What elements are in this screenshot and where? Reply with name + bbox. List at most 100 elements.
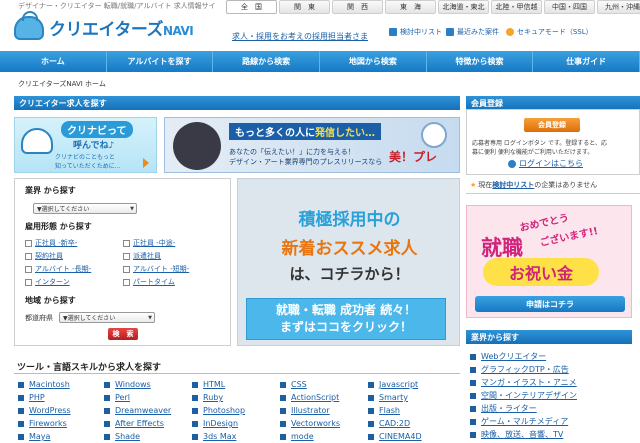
divider [14, 373, 460, 374]
tool-link[interactable]: Vectorworks [280, 419, 340, 428]
industry-link[interactable]: グラフィックDTP・広告 [470, 364, 569, 375]
region-tab-all[interactable]: 全 国 [226, 0, 277, 14]
nav-part-time[interactable]: アルバイトを探す [107, 51, 214, 72]
watchlist-status: ★ 現在 検討中リスト の企業はありません [470, 181, 598, 189]
region-tab-kanto[interactable]: 関 東 [279, 0, 330, 14]
region-tab-chugoku-shikoku[interactable]: 中国・四国 [544, 0, 595, 14]
tool-link[interactable]: CAD:2D [368, 419, 410, 428]
nav-map-search[interactable]: 地図から検索 [320, 51, 427, 72]
tool-link[interactable]: Windows [104, 380, 151, 389]
industry-label: 業界 から探す [25, 186, 76, 195]
industry-link[interactable]: Webクリエイター [470, 351, 546, 362]
member-description: 応募者専用 ログインボタン です。登録すると、応 [472, 140, 607, 147]
search-button[interactable]: 検 索 [108, 328, 138, 340]
tool-link[interactable]: ActionScript [280, 393, 339, 402]
watchlist-link[interactable]: 検討中リスト [389, 27, 442, 37]
region-tab-kyushu[interactable]: 九州・沖縄 [597, 0, 640, 14]
area-label: 地域 から探す [25, 296, 76, 305]
tool-link[interactable]: PHP [18, 393, 45, 402]
region-tabs: 全 国 関 東 関 西 東 海 北海道・東北 北陸・甲信越 中国・四国 九州・沖… [226, 0, 640, 14]
list-icon [389, 28, 397, 36]
bird-icon [421, 122, 447, 148]
register-button[interactable]: 会員登録 [524, 118, 580, 132]
success-stories-button[interactable]: 就職・転職 成功者 続々！ まずはココをクリック！ [246, 298, 446, 340]
tool-link[interactable]: CINEMA4D [368, 432, 422, 441]
member-description: 募に便利 便利な機能がご利用いただけます。 [472, 149, 594, 156]
nav-job-guide[interactable]: 仕事ガイド [533, 51, 640, 72]
checkbox-fulltime-mid[interactable]: 正社員 -中途- [123, 238, 175, 248]
tool-link[interactable]: After Effects [104, 419, 164, 428]
checkbox-parttime-long[interactable]: アルバイト -長期- [25, 264, 91, 274]
nav-route-search[interactable]: 路線から検索 [213, 51, 321, 72]
promo-line-2: 新着おススメ求人 [281, 239, 418, 259]
secure-mode-link[interactable]: セキュアモード（SSL） [506, 27, 593, 37]
tool-link[interactable]: Fireworks [18, 419, 67, 428]
tool-link[interactable]: HTML [192, 380, 225, 389]
tool-link[interactable]: InDesign [192, 419, 238, 428]
main-nav: ホーム アルバイトを探す 路線から検索 地図から検索 特徴から検索 仕事ガイド [0, 51, 640, 72]
tool-link[interactable]: 3ds Max [192, 432, 236, 441]
tool-link[interactable]: Illustrator [280, 406, 330, 415]
recent-link[interactable]: 最近みた案件 [446, 27, 499, 37]
divider [466, 193, 640, 194]
login-link[interactable]: ログインはこちら [508, 158, 583, 169]
tools-section-title: ツール・言語スキルから求人を探す [17, 363, 162, 373]
tool-link[interactable]: Shade [104, 432, 140, 441]
press-release-banner[interactable]: もっと多くの人に発信したい… あなたの「伝えたい！」に力を与える！ デザイン・ア… [164, 117, 460, 173]
arrow-circle-icon [508, 159, 516, 168]
prefecture-label: 都道府県 [25, 314, 53, 322]
industry-link[interactable]: 出版・ライター [470, 403, 537, 414]
prefecture-select[interactable]: ▼選択してください [59, 312, 155, 323]
employment-label: 雇用形態 から探す [25, 222, 92, 231]
industry-link[interactable]: マンガ・イラスト・アニメ [470, 377, 577, 388]
apply-button[interactable]: 申請はコチラ [475, 296, 625, 312]
recruiter-link[interactable]: 求人・採用をお考えの採用担当者さま [232, 31, 368, 42]
tool-link[interactable]: Perl [104, 393, 130, 402]
kurinavi-banner[interactable]: クリナビって 呼んでね♪ クリナビのこともっと 知っていただくために… [14, 117, 157, 173]
banner2-body: デザイン・アート業界専門のプレスリリースなら [229, 158, 383, 166]
checkbox-parttime-short[interactable]: アルバイト -短期- [123, 264, 189, 274]
industry-link[interactable]: 空間・インテリアデザイン [470, 390, 577, 401]
industry-link[interactable]: 映像、放送、音響、TV [470, 429, 563, 440]
tool-link[interactable]: Ruby [192, 393, 223, 402]
nav-feature-search[interactable]: 特徴から検索 [427, 51, 534, 72]
tool-link[interactable]: CSS [280, 380, 307, 389]
history-icon [446, 28, 454, 36]
tool-link[interactable]: Macintosh [18, 380, 70, 389]
tool-link[interactable]: Javascript [368, 380, 418, 389]
region-tab-tokai[interactable]: 東 海 [385, 0, 436, 14]
checkbox-fulltime-new[interactable]: 正社員 -新卒- [25, 238, 77, 248]
region-tab-hokkaido-tohoku[interactable]: 北海道・東北 [438, 0, 489, 14]
logo-text: クリエイターズNAVI [49, 20, 194, 40]
industry-select[interactable]: ▼選択してください [33, 203, 137, 214]
promo-line-3: は、コチラから！ [289, 265, 410, 283]
tool-link[interactable]: Maya [18, 432, 50, 441]
section-title-member: 会員登録 [466, 96, 640, 110]
job-search-form: 業界 から探す ▼選択してください 雇用形態 から探す 正社員 -新卒- 正社員… [14, 178, 231, 346]
breadcrumb: クリエイターズNAVI ホーム [18, 80, 106, 88]
section-title-industry: 業界から探す [466, 330, 632, 344]
tool-link[interactable]: Photoshop [192, 406, 245, 415]
arrow-right-icon [143, 158, 149, 168]
checkbox-intern[interactable]: インターン [25, 277, 70, 287]
celebration-bonus-banner[interactable]: おめでとう ございます!! 就職 お祝い金 申請はコチラ [466, 205, 632, 318]
site-logo[interactable]: クリエイターズNAVI [14, 10, 194, 40]
banner-text: 呼んでね♪ [73, 141, 115, 151]
person-photo [173, 122, 221, 170]
checkbox-dispatch[interactable]: 派遣社員 [123, 251, 161, 261]
checkbox-part-time[interactable]: パートタイム [123, 277, 175, 287]
bipre-logo: 美！プレ [389, 150, 438, 164]
region-tab-hokuriku[interactable]: 北陸・甲信越 [491, 0, 542, 14]
tool-link[interactable]: WordPress [18, 406, 71, 415]
tool-link[interactable]: Dreamweaver [104, 406, 171, 415]
tool-link[interactable]: Smarty [368, 393, 408, 402]
industry-link[interactable]: ゲーム・マルチメディア [470, 416, 568, 427]
tool-link[interactable]: mode [280, 432, 314, 441]
banner-subtext: クリナビのこともっと [55, 154, 116, 161]
promo-line-1: 積極採用中の [298, 210, 401, 230]
checkbox-contract[interactable]: 契約社員 [25, 251, 63, 261]
nav-home[interactable]: ホーム [0, 51, 107, 72]
lock-icon [506, 28, 514, 36]
tool-link[interactable]: Flash [368, 406, 400, 415]
region-tab-kansai[interactable]: 関 西 [332, 0, 383, 14]
